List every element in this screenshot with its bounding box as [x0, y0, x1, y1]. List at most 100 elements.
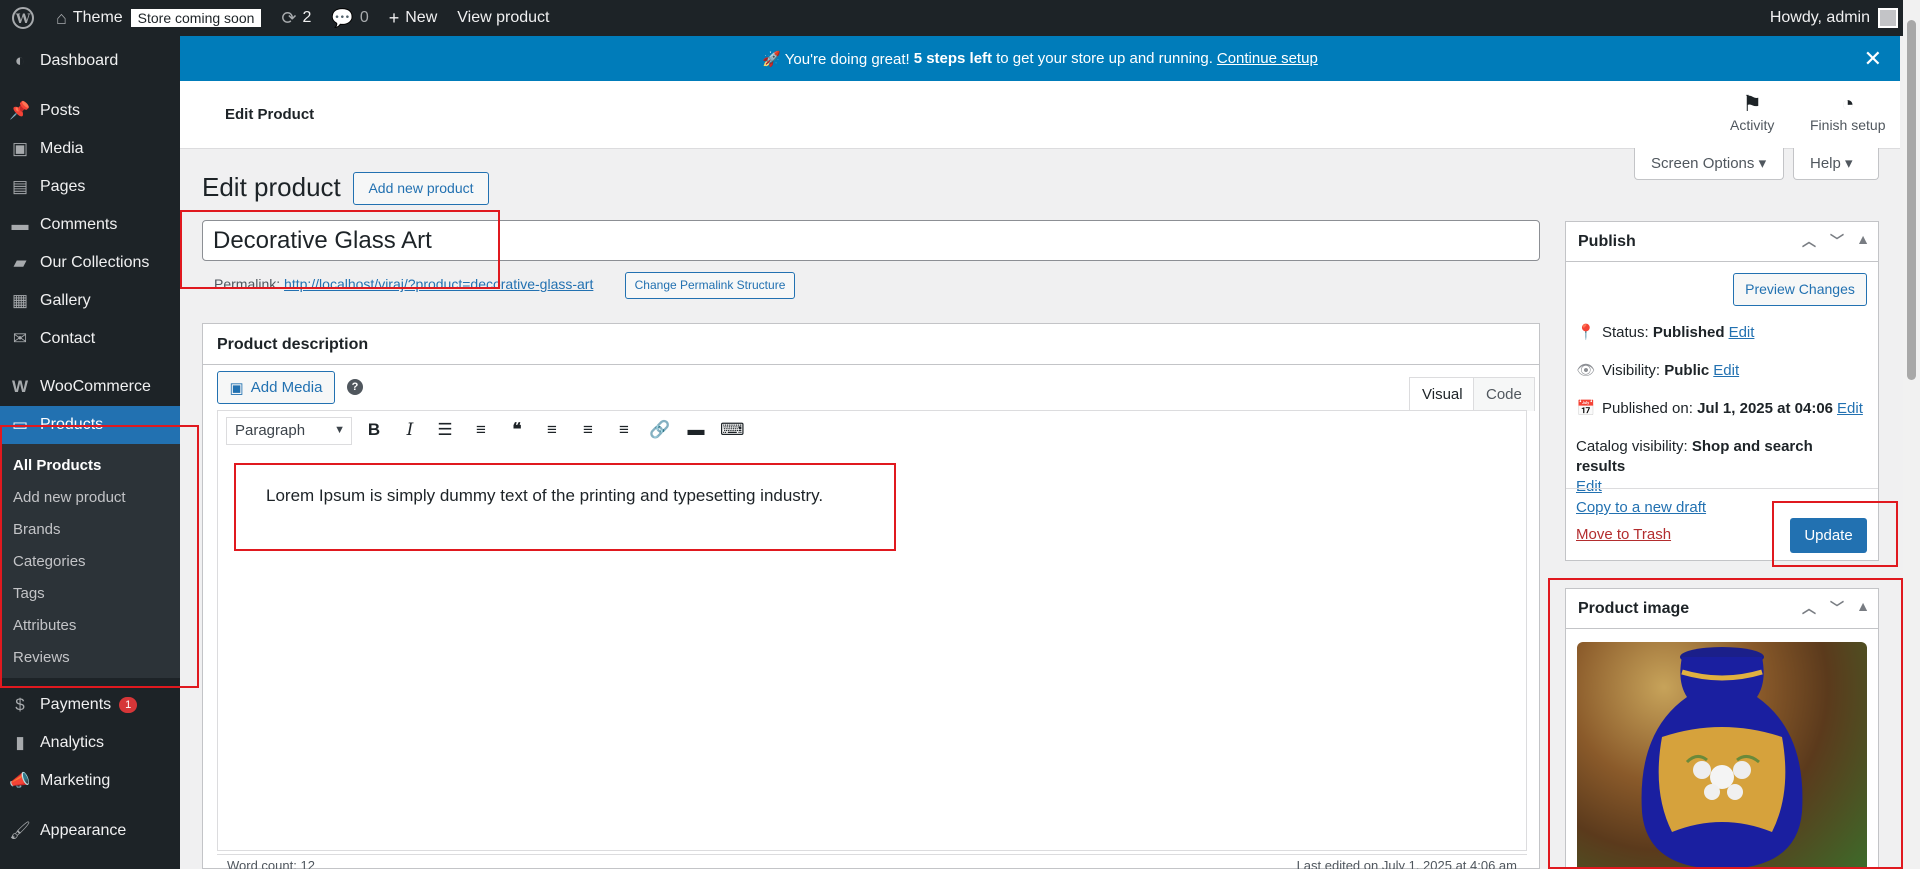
progress-icon: ◔	[1841, 91, 1855, 116]
tab-code[interactable]: Code	[1473, 377, 1535, 411]
submenu-categories[interactable]: Categories	[0, 546, 180, 578]
menu-analytics[interactable]: ▮ Analytics	[0, 724, 180, 762]
change-permalink-button[interactable]: Change Permalink Structure	[625, 272, 795, 299]
setup-notice: 🚀 You're doing great! 5 steps left to ge…	[180, 36, 1900, 81]
edit-catalog-link[interactable]: Edit	[1576, 478, 1602, 495]
move-to-trash-link[interactable]: Move to Trash	[1576, 526, 1671, 543]
mail-icon: ✉	[12, 329, 28, 348]
menu-products[interactable]: ▭ Products	[0, 406, 180, 444]
dashboard-icon: ◐	[14, 51, 26, 70]
permalink-url-link[interactable]: http://localhost/viraj/?product=decorati…	[284, 276, 593, 292]
update-button[interactable]: Update	[1790, 518, 1867, 553]
comments-link[interactable]: 💬 0	[321, 0, 378, 36]
payments-icon: $	[15, 695, 25, 714]
submenu-all-products[interactable]: All Products	[0, 450, 180, 482]
menu-comments[interactable]: ▬ Comments	[0, 206, 180, 244]
screen-options-button[interactable]: Screen Options ▾	[1634, 148, 1784, 180]
new-content-link[interactable]: + New	[379, 0, 448, 36]
submenu-reviews[interactable]: Reviews	[0, 642, 180, 674]
publish-box: Publish ︿ ﹀ ▲ Preview Changes 📍 Status: …	[1565, 221, 1879, 561]
brush-icon: 🖌	[9, 821, 31, 840]
blockquote-icon[interactable]: ❝	[505, 420, 529, 444]
caret-down-icon: ▾	[1758, 155, 1767, 172]
wordpress-logo-icon[interactable]: W	[0, 0, 46, 36]
edit-date-link[interactable]: Edit	[1837, 400, 1863, 417]
editor-content-area[interactable]: Lorem Ipsum is simply dummy text of the …	[217, 451, 1527, 851]
account-menu[interactable]: Howdy, admin	[1760, 0, 1920, 36]
edit-visibility-link[interactable]: Edit	[1713, 362, 1739, 379]
read-more-icon[interactable]: ▬	[684, 420, 708, 444]
chevron-up-icon[interactable]: ︿	[1802, 598, 1816, 618]
product-image-thumbnail[interactable]	[1577, 642, 1867, 869]
menu-woocommerce[interactable]: W WooCommerce	[0, 368, 180, 406]
help-icon[interactable]: ?	[347, 379, 363, 395]
woocommerce-icon: W	[11, 377, 29, 396]
publish-box-header: Publish ︿ ﹀ ▲	[1566, 222, 1878, 262]
chevron-up-icon[interactable]: ︿	[1802, 231, 1816, 251]
menu-media[interactable]: ▣ Media	[0, 130, 180, 168]
submenu-tags[interactable]: Tags	[0, 578, 180, 610]
help-button[interactable]: Help ▾	[1793, 148, 1879, 180]
status-row: 📍 Status: Published Edit	[1576, 323, 1755, 342]
permalink-row: Permalink: http://localhost/viraj/?produ…	[214, 276, 594, 292]
product-title-input[interactable]	[202, 220, 1540, 261]
tab-visual[interactable]: Visual	[1409, 377, 1476, 411]
flag-icon: ⚑	[1742, 91, 1763, 116]
editor-status-bar: Word count: 12 Last edited on July 1, 20…	[217, 854, 1527, 869]
toggle-panel-icon[interactable]: ▲	[1856, 598, 1870, 614]
add-new-product-button[interactable]: Add new product	[353, 172, 489, 205]
updates-link[interactable]: ⟳ 2	[271, 0, 321, 36]
comment-icon: 💬	[331, 7, 354, 28]
menu-gallery[interactable]: ▦ Gallery	[0, 282, 180, 320]
format-select[interactable]: Paragraph ▼	[226, 417, 352, 445]
edit-status-link[interactable]: Edit	[1729, 324, 1755, 341]
italic-icon[interactable]: I	[398, 420, 422, 444]
toggle-panel-icon[interactable]: ▲	[1856, 231, 1870, 247]
link-icon[interactable]: 🔗	[648, 420, 672, 444]
add-media-button[interactable]: ▣ Add Media	[217, 371, 335, 404]
align-left-icon[interactable]: ≡	[540, 420, 564, 444]
finish-setup-button[interactable]: ◔ Finish setup	[1810, 91, 1885, 133]
store-status-badge: Store coming soon	[130, 9, 262, 27]
chevron-down-icon[interactable]: ﹀	[1830, 231, 1844, 251]
gallery-icon: ▦	[11, 291, 29, 310]
menu-pages[interactable]: ▤ Pages	[0, 168, 180, 206]
preview-changes-button[interactable]: Preview Changes	[1733, 273, 1867, 306]
submenu-add-new-product[interactable]: Add new product	[0, 482, 180, 514]
editor-paragraph[interactable]: Lorem Ipsum is simply dummy text of the …	[266, 486, 823, 506]
chevron-down-icon[interactable]: ﹀	[1830, 598, 1844, 618]
align-right-icon[interactable]: ≡	[612, 420, 636, 444]
continue-setup-link[interactable]: Continue setup	[1217, 50, 1318, 67]
media-icon: ▣	[11, 139, 29, 158]
menu-marketing[interactable]: 📣 Marketing	[0, 762, 180, 800]
pin-icon: 📌	[9, 101, 31, 120]
visibility-row: 👁 Visibility: Public Edit	[1576, 361, 1740, 380]
toolbar-toggle-icon[interactable]: ⌨	[720, 420, 745, 444]
bold-icon[interactable]: B	[362, 420, 386, 444]
numbered-list-icon[interactable]: ≡	[469, 420, 493, 444]
align-center-icon[interactable]: ≡	[576, 420, 600, 444]
submenu-brands[interactable]: Brands	[0, 514, 180, 546]
view-product-link[interactable]: View product	[447, 0, 559, 36]
refresh-icon: ⟳	[281, 7, 297, 28]
activity-button[interactable]: ⚑ Activity	[1730, 91, 1774, 133]
menu-dashboard[interactable]: ◐ Dashboard	[0, 36, 180, 86]
bullet-list-icon[interactable]: ☰	[433, 420, 457, 444]
page-header: Edit Product ⚑ Activity ◔ Finish setup	[180, 81, 1900, 149]
comment-icon: ▬	[11, 215, 29, 234]
close-icon[interactable]: ✕	[1864, 46, 1882, 72]
scrollbar-thumb[interactable]	[1907, 20, 1916, 380]
analytics-icon: ▮	[15, 733, 25, 752]
menu-posts[interactable]: 📌 Posts	[0, 92, 180, 130]
archive-icon: ▭	[11, 415, 29, 434]
admin-bar: W ⌂ Theme Store coming soon ⟳ 2 💬 0 + Ne…	[0, 0, 1920, 36]
menu-contact[interactable]: ✉ Contact	[0, 320, 180, 358]
page-scrollbar[interactable]	[1903, 0, 1920, 869]
submenu-attributes[interactable]: Attributes	[0, 610, 180, 642]
menu-appearance[interactable]: 🖌 Appearance	[0, 812, 180, 850]
site-name-link[interactable]: ⌂ Theme Store coming soon	[46, 0, 271, 36]
copy-to-draft-link[interactable]: Copy to a new draft	[1576, 499, 1706, 516]
menu-payments[interactable]: $ Payments 1	[0, 686, 180, 724]
menu-our-collections[interactable]: ▰ Our Collections	[0, 244, 180, 282]
products-submenu: All Products Add new product Brands Cate…	[0, 444, 180, 678]
